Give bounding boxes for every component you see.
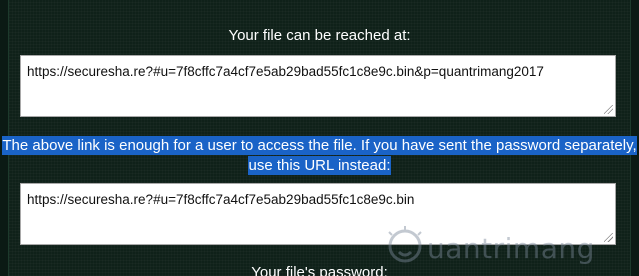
reach-heading: Your file can be reached at: <box>228 27 411 44</box>
notice-line-2: use this URL instead: <box>248 156 391 175</box>
short-url-text: https://securesha.re?#u=7f8cffc7a4cf7e5a… <box>27 192 415 207</box>
full-url-textbox[interactable]: https://securesha.re?#u=7f8cffc7a4cf7e5a… <box>20 55 616 117</box>
password-heading: Your file's password: <box>251 264 388 276</box>
watermark-logo: uantrimang <box>385 226 630 268</box>
access-notice: The above link is enough for a user to a… <box>0 136 639 176</box>
lightbulb-logo-icon <box>388 226 422 263</box>
notice-line-1: The above link is enough for a user to a… <box>2 136 637 155</box>
full-url-text: https://securesha.re?#u=7f8cffc7a4cf7e5a… <box>27 64 544 79</box>
resize-grip-icon[interactable] <box>604 105 613 114</box>
watermark-text: uantrimang <box>427 232 595 265</box>
